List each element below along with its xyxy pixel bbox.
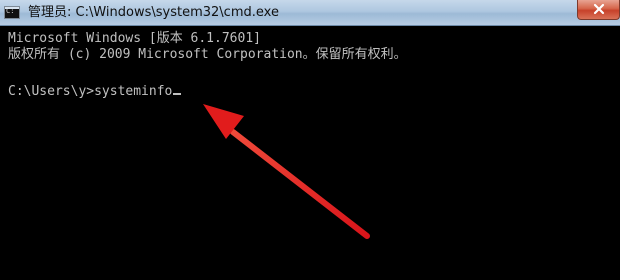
console-prompt-line[interactable]: C:\Users\y>systeminfo xyxy=(8,84,182,100)
close-button[interactable] xyxy=(577,0,620,20)
close-icon xyxy=(593,3,605,15)
cmd-window: C: 管理员: C:\Windows\system32\cmd.exe Micr… xyxy=(0,0,620,280)
console-line-version: Microsoft Windows [版本 6.1.7601] xyxy=(8,31,261,46)
text-cursor xyxy=(173,93,182,95)
window-title: 管理员: C:\Windows\system32\cmd.exe xyxy=(28,5,279,20)
console-line-copyright: 版权所有 (c) 2009 Microsoft Corporation。保留所有… xyxy=(8,47,407,62)
prompt-command: C:\Users\y>systeminfo xyxy=(8,84,173,99)
title-bar[interactable]: C: 管理员: C:\Windows\system32\cmd.exe xyxy=(0,0,620,26)
console-output[interactable]: Microsoft Windows [版本 6.1.7601] 版权所有 (c)… xyxy=(0,26,620,280)
cmd-icon[interactable]: C: xyxy=(4,6,20,19)
